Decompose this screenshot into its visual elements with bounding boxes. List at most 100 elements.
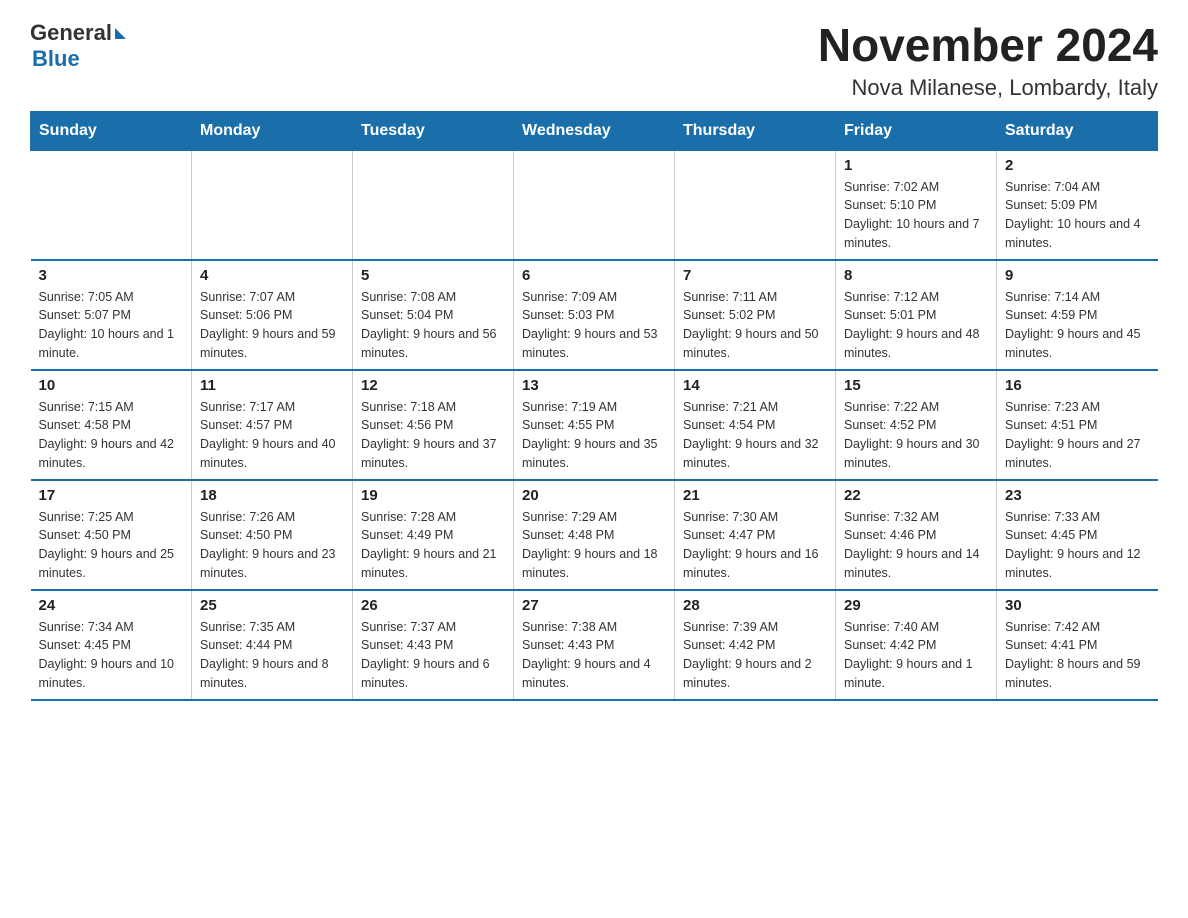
calendar-cell: 28 Sunrise: 7:39 AMSunset: 4:42 PMDayligh… [675,590,836,700]
calendar-cell: 30 Sunrise: 7:42 AMSunset: 4:41 PMDayligh… [997,590,1158,700]
logo-blue: Blue [32,46,80,71]
calendar-cell: 10Sunrise: 7:15 AMSunset: 4:58 PMDayligh… [31,370,192,480]
day-info: Sunrise: 7:11 AMSunset: 5:02 PMDaylight:… [683,288,827,363]
calendar-cell: 19Sunrise: 7:28 AMSunset: 4:49 PMDayligh… [353,480,514,590]
calendar-cell: 20Sunrise: 7:29 AMSunset: 4:48 PMDayligh… [514,480,675,590]
calendar-cell [192,150,353,260]
calendar-cell: 17 Sunrise: 7:25 AMSunset: 4:50 PMDayligh… [31,480,192,590]
day-number: 8 [844,267,988,284]
calendar-cell: 27 Sunrise: 7:38 AMSunset: 4:43 PMDayligh… [514,590,675,700]
day-number: 18 [200,487,344,504]
calendar-week-row: 10Sunrise: 7:15 AMSunset: 4:58 PMDayligh… [31,370,1158,480]
calendar-cell: 11Sunrise: 7:17 AMSunset: 4:57 PMDayligh… [192,370,353,480]
calendar-cell: 1 Sunrise: 7:02 AMSunset: 5:10 PMDaylight… [836,150,997,260]
day-number: 22 [844,487,988,504]
day-number: 16 [1005,377,1150,394]
day-info: Sunrise: 7:35 AMSunset: 4:44 PMDaylight:… [200,618,344,693]
calendar-cell: 4Sunrise: 7:07 AMSunset: 5:06 PMDaylight… [192,260,353,370]
weekday-header-tuesday: Tuesday [353,111,514,150]
calendar-cell: 16Sunrise: 7:23 AMSunset: 4:51 PMDayligh… [997,370,1158,480]
calendar-week-row: 24 Sunrise: 7:34 AMSunset: 4:45 PMDayligh… [31,590,1158,700]
calendar-cell: 5 Sunrise: 7:08 AMSunset: 5:04 PMDaylight… [353,260,514,370]
day-number: 21 [683,487,827,504]
calendar-cell [31,150,192,260]
day-info: Sunrise: 7:02 AMSunset: 5:10 PMDaylight:… [844,178,988,253]
day-info: Sunrise: 7:19 AMSunset: 4:55 PMDaylight:… [522,398,666,473]
calendar-cell: 14 Sunrise: 7:21 AMSunset: 4:54 PMDayligh… [675,370,836,480]
calendar-table: SundayMondayTuesdayWednesdayThursdayFrid… [30,111,1158,701]
day-info: Sunrise: 7:08 AMSunset: 5:04 PMDaylight:… [361,288,505,363]
calendar-week-row: 3Sunrise: 7:05 AMSunset: 5:07 PMDaylight… [31,260,1158,370]
page-subtitle: Nova Milanese, Lombardy, Italy [818,75,1158,101]
day-number: 1 [844,157,988,174]
day-info: Sunrise: 7:40 AMSunset: 4:42 PMDaylight:… [844,618,988,693]
logo-general: General [30,20,112,46]
page-title: November 2024 [818,20,1158,71]
day-info: Sunrise: 7:25 AMSunset: 4:50 PMDaylight:… [39,508,184,583]
calendar-header-row: SundayMondayTuesdayWednesdayThursdayFrid… [31,111,1158,150]
logo: General Blue [30,20,126,72]
calendar-cell: 23 Sunrise: 7:33 AMSunset: 4:45 PMDayligh… [997,480,1158,590]
day-info: Sunrise: 7:33 AMSunset: 4:45 PMDaylight:… [1005,508,1150,583]
title-block: November 2024 Nova Milanese, Lombardy, I… [818,20,1158,101]
day-number: 30 [1005,597,1150,614]
day-info: Sunrise: 7:42 AMSunset: 4:41 PMDaylight:… [1005,618,1150,693]
day-number: 27 [522,597,666,614]
day-info: Sunrise: 7:04 AMSunset: 5:09 PMDaylight:… [1005,178,1150,253]
day-number: 13 [522,377,666,394]
calendar-week-row: 1 Sunrise: 7:02 AMSunset: 5:10 PMDaylight… [31,150,1158,260]
day-number: 28 [683,597,827,614]
calendar-cell: 18Sunrise: 7:26 AMSunset: 4:50 PMDayligh… [192,480,353,590]
calendar-cell: 8 Sunrise: 7:12 AMSunset: 5:01 PMDaylight… [836,260,997,370]
calendar-cell: 15 Sunrise: 7:22 AMSunset: 4:52 PMDayligh… [836,370,997,480]
calendar-cell: 9Sunrise: 7:14 AMSunset: 4:59 PMDaylight… [997,260,1158,370]
day-info: Sunrise: 7:37 AMSunset: 4:43 PMDaylight:… [361,618,505,693]
day-info: Sunrise: 7:30 AMSunset: 4:47 PMDaylight:… [683,508,827,583]
day-info: Sunrise: 7:38 AMSunset: 4:43 PMDaylight:… [522,618,666,693]
calendar-cell: 24 Sunrise: 7:34 AMSunset: 4:45 PMDayligh… [31,590,192,700]
calendar-cell [353,150,514,260]
day-info: Sunrise: 7:15 AMSunset: 4:58 PMDaylight:… [39,398,184,473]
day-info: Sunrise: 7:07 AMSunset: 5:06 PMDaylight:… [200,288,344,363]
calendar-cell: 12 Sunrise: 7:18 AMSunset: 4:56 PMDayligh… [353,370,514,480]
day-number: 5 [361,267,505,284]
day-number: 2 [1005,157,1150,174]
day-info: Sunrise: 7:34 AMSunset: 4:45 PMDaylight:… [39,618,184,693]
day-info: Sunrise: 7:22 AMSunset: 4:52 PMDaylight:… [844,398,988,473]
calendar-week-row: 17 Sunrise: 7:25 AMSunset: 4:50 PMDayligh… [31,480,1158,590]
day-number: 6 [522,267,666,284]
day-info: Sunrise: 7:12 AMSunset: 5:01 PMDaylight:… [844,288,988,363]
page-header: General Blue November 2024 Nova Milanese… [30,20,1158,101]
day-info: Sunrise: 7:39 AMSunset: 4:42 PMDaylight:… [683,618,827,693]
day-info: Sunrise: 7:09 AMSunset: 5:03 PMDaylight:… [522,288,666,363]
day-info: Sunrise: 7:32 AMSunset: 4:46 PMDaylight:… [844,508,988,583]
day-number: 20 [522,487,666,504]
day-number: 12 [361,377,505,394]
calendar-cell: 2 Sunrise: 7:04 AMSunset: 5:09 PMDaylight… [997,150,1158,260]
day-number: 26 [361,597,505,614]
calendar-cell: 26 Sunrise: 7:37 AMSunset: 4:43 PMDayligh… [353,590,514,700]
calendar-cell: 25 Sunrise: 7:35 AMSunset: 4:44 PMDayligh… [192,590,353,700]
calendar-cell: 22 Sunrise: 7:32 AMSunset: 4:46 PMDayligh… [836,480,997,590]
calendar-cell: 7Sunrise: 7:11 AMSunset: 5:02 PMDaylight… [675,260,836,370]
day-number: 3 [39,267,184,284]
day-number: 15 [844,377,988,394]
day-number: 17 [39,487,184,504]
day-info: Sunrise: 7:21 AMSunset: 4:54 PMDaylight:… [683,398,827,473]
day-number: 23 [1005,487,1150,504]
day-info: Sunrise: 7:28 AMSunset: 4:49 PMDaylight:… [361,508,505,583]
day-number: 11 [200,377,344,394]
day-info: Sunrise: 7:18 AMSunset: 4:56 PMDaylight:… [361,398,505,473]
day-number: 29 [844,597,988,614]
weekday-header-monday: Monday [192,111,353,150]
day-number: 9 [1005,267,1150,284]
day-number: 24 [39,597,184,614]
calendar-cell: 13 Sunrise: 7:19 AMSunset: 4:55 PMDayligh… [514,370,675,480]
calendar-cell [675,150,836,260]
logo-triangle-icon [115,28,126,39]
day-number: 25 [200,597,344,614]
calendar-cell: 21 Sunrise: 7:30 AMSunset: 4:47 PMDayligh… [675,480,836,590]
day-number: 14 [683,377,827,394]
weekday-header-thursday: Thursday [675,111,836,150]
calendar-cell: 29 Sunrise: 7:40 AMSunset: 4:42 PMDayligh… [836,590,997,700]
